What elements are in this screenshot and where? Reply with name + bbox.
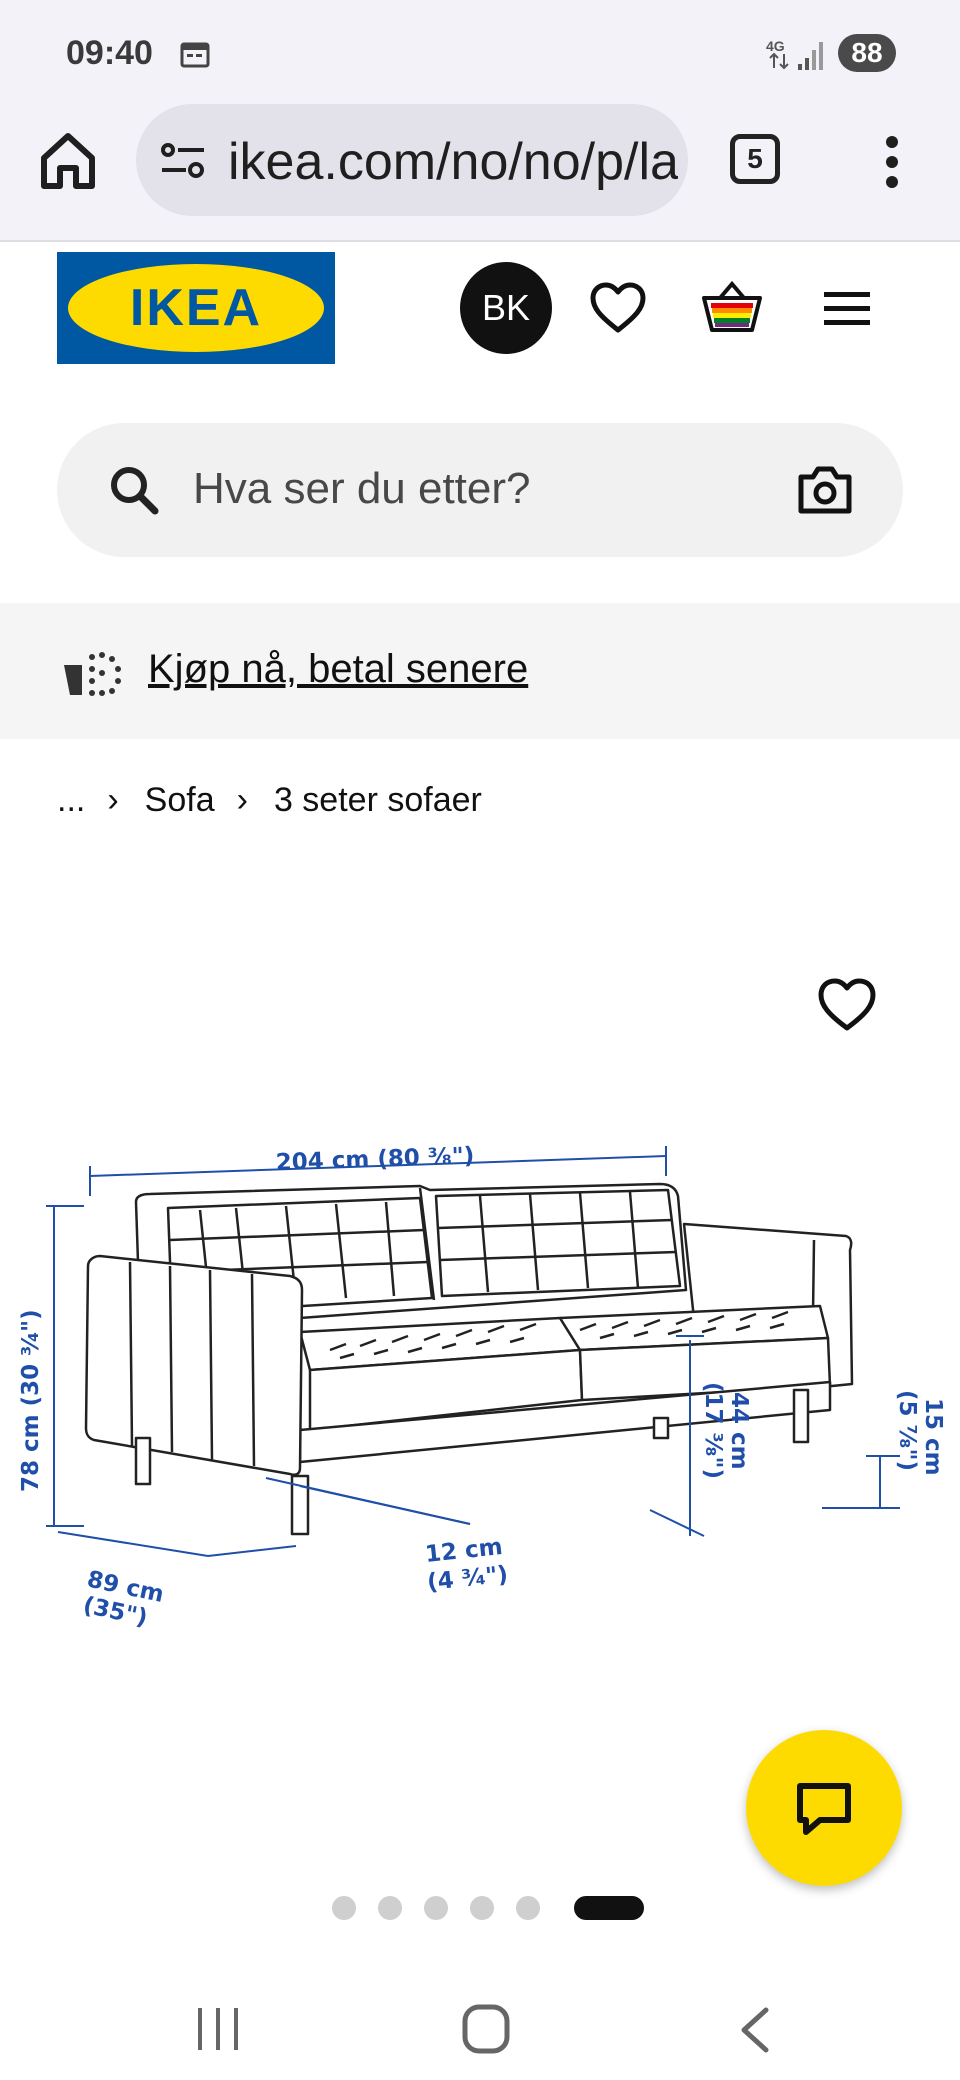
more-options-icon[interactable] xyxy=(880,134,904,190)
home-button-icon[interactable] xyxy=(462,2004,510,2054)
dimension-seat-height-inches-label: (17 ³⁄₈") xyxy=(700,1382,726,1479)
carousel-dot[interactable] xyxy=(424,1896,448,1920)
carousel-dot[interactable] xyxy=(378,1896,402,1920)
page: 09:40 4G 88 ikea.com/no/no/p/la 5 IKEA B… xyxy=(0,0,960,2080)
carousel-dot[interactable] xyxy=(516,1896,540,1920)
account-avatar[interactable]: BK xyxy=(460,262,552,354)
payment-basket-icon xyxy=(64,652,121,696)
shopping-basket-icon[interactable] xyxy=(700,278,764,336)
dimension-seat-height-label: 44 cm xyxy=(726,1392,752,1470)
breadcrumb-item-3-seter-sofaer[interactable]: 3 seter sofaer xyxy=(274,781,482,820)
add-to-favorites-icon[interactable] xyxy=(818,978,876,1032)
dimension-clearance-label: 15 cm xyxy=(920,1398,946,1476)
chat-button[interactable] xyxy=(746,1730,902,1886)
camera-search-icon[interactable] xyxy=(797,465,853,515)
signal-icon: 4G xyxy=(766,38,823,70)
battery-indicator: 88 xyxy=(838,34,896,72)
search-input[interactable] xyxy=(193,459,753,519)
logo-text: IKEA xyxy=(130,279,262,337)
network-label: 4G xyxy=(766,38,785,54)
chevron-right-icon: › xyxy=(236,780,248,819)
dimension-clearance-inches-label: (5 ⁷⁄₈") xyxy=(894,1390,920,1471)
back-icon[interactable] xyxy=(738,2006,770,2054)
search-bar[interactable] xyxy=(57,423,903,557)
address-bar[interactable]: ikea.com/no/no/p/la xyxy=(136,104,688,216)
calendar-icon xyxy=(180,42,210,68)
home-icon[interactable] xyxy=(38,130,98,192)
chat-bubble-icon xyxy=(797,1783,851,1835)
product-dimension-image: 204 cm (80 ³⁄₈") 78 cm (30 ³⁄₄") 89 cm (… xyxy=(18,1143,946,1631)
breadcrumb-item-sofa[interactable]: Sofa xyxy=(145,781,215,820)
ikea-logo[interactable]: IKEA xyxy=(57,252,335,364)
dimension-height-label: 78 cm (30 ³⁄₄") xyxy=(18,1309,44,1492)
chevron-right-icon: › xyxy=(107,780,119,819)
breadcrumb-ellipsis[interactable]: ... xyxy=(57,781,85,820)
url-text[interactable]: ikea.com/no/no/p/la xyxy=(228,132,678,192)
promo-banner: Kjøp nå, betal senere xyxy=(0,603,960,739)
buy-now-pay-later-link[interactable]: Kjøp nå, betal senere xyxy=(148,647,528,692)
status-bar: 09:40 4G 88 xyxy=(0,0,960,100)
carousel-dot[interactable] xyxy=(470,1896,494,1920)
carousel-dot[interactable] xyxy=(332,1896,356,1920)
breadcrumb: ... › Sofa › 3 seter sofaer xyxy=(57,778,482,822)
carousel-dot-active[interactable] xyxy=(574,1896,644,1920)
status-time: 09:40 xyxy=(66,34,153,72)
dimension-leg-inches-label: (4 ³⁄₄") xyxy=(426,1562,509,1596)
search-icon xyxy=(111,467,159,515)
favorites-icon[interactable] xyxy=(590,282,646,334)
recent-apps-icon[interactable] xyxy=(196,2006,240,2052)
hamburger-menu-icon[interactable] xyxy=(822,290,872,328)
carousel-indicator xyxy=(332,1896,644,1920)
system-navigation-bar xyxy=(0,1960,960,2080)
browser-toolbar: ikea.com/no/no/p/la 5 xyxy=(0,100,960,242)
dimension-width-label: 204 cm (80 ³⁄₈") xyxy=(275,1143,474,1176)
tab-switcher-button[interactable]: 5 xyxy=(730,134,780,184)
site-settings-icon[interactable] xyxy=(160,140,206,180)
